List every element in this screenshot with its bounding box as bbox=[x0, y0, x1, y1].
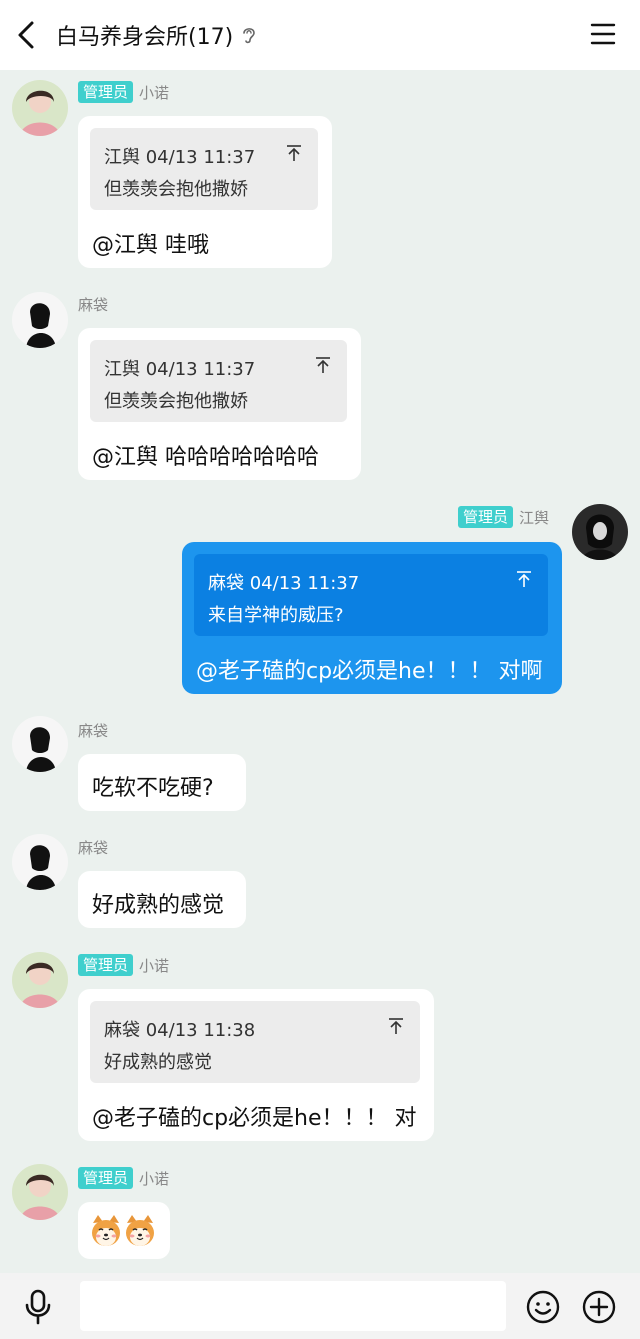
shiba-dog-face-emoji bbox=[92, 1215, 154, 1246]
quoted-message[interactable]: 江舆 04/13 11:37 但羡羡会抱他撒娇 bbox=[90, 128, 318, 210]
sender-row: 管理员 江舆 bbox=[458, 506, 549, 528]
message-text: 吃软不吃硬? bbox=[92, 776, 214, 801]
avatar[interactable] bbox=[12, 292, 68, 348]
jump-to-quote-icon[interactable] bbox=[388, 1017, 404, 1035]
sender-row: 麻袋 bbox=[78, 293, 108, 315]
quote-text: 但羡羡会抱他撒娇 bbox=[104, 391, 248, 412]
message-text: @江舆 哇哦 bbox=[92, 233, 209, 258]
admin-badge: 管理员 bbox=[78, 1167, 134, 1189]
quote-header: 江舆 04/13 11:37 bbox=[104, 147, 256, 168]
message-text: @江舆 哈哈哈哈哈哈哈 bbox=[92, 445, 319, 470]
avatar[interactable] bbox=[12, 834, 68, 890]
message-bubble[interactable]: 江舆 04/13 11:37 但羡羡会抱他撒娇 @江舆 哇哦 bbox=[78, 116, 332, 268]
hamburger-menu-icon[interactable] bbox=[590, 22, 616, 46]
sender-row: 管理员 小诺 bbox=[78, 954, 169, 976]
avatar[interactable] bbox=[12, 952, 68, 1008]
microphone-icon[interactable] bbox=[24, 1289, 52, 1325]
message-text: @老子磕的cp必须是he！！！ 对啊 bbox=[196, 659, 543, 684]
title-area[interactable]: 白马养身会所(17) bbox=[56, 0, 257, 70]
admin-badge: 管理员 bbox=[78, 81, 134, 103]
sender-name: 小诺 bbox=[139, 83, 170, 102]
sender-row: 管理员 小诺 bbox=[78, 1167, 169, 1189]
quote-header: 江舆 04/13 11:37 bbox=[104, 359, 256, 380]
quoted-message[interactable]: 江舆 04/13 11:37 但羡羡会抱他撒娇 bbox=[90, 340, 347, 422]
ear-icon bbox=[243, 28, 255, 44]
quoted-message[interactable]: 麻袋 04/13 11:38 好成熟的感觉 bbox=[90, 1001, 420, 1083]
message-text: 好成熟的感觉 bbox=[92, 893, 225, 918]
sender-name: 江舆 bbox=[519, 508, 550, 527]
avatar[interactable] bbox=[12, 80, 68, 136]
quote-text: 但羡羡会抱他撒娇 bbox=[104, 179, 248, 200]
sender-row: 麻袋 bbox=[78, 719, 108, 741]
message-bubble[interactable]: 江舆 04/13 11:37 但羡羡会抱他撒娇 @江舆 哈哈哈哈哈哈哈 bbox=[78, 328, 361, 480]
message-bubble[interactable]: 麻袋 04/13 11:37 来自学神的威压? @老子磕的cp必须是he！！！ … bbox=[182, 542, 562, 694]
message-input[interactable] bbox=[80, 1281, 506, 1331]
admin-badge: 管理员 bbox=[458, 506, 514, 528]
smiley-face-icon[interactable] bbox=[526, 1290, 560, 1324]
message-list[interactable]: 管理员 小诺 江舆 04/13 11:37 但羡羡会抱他撒娇 @江舆 哇哦 麻袋 bbox=[0, 70, 640, 1273]
quote-header: 麻袋 04/13 11:38 bbox=[104, 1020, 256, 1041]
message-bubble[interactable] bbox=[78, 1202, 170, 1259]
sender-name: 麻袋 bbox=[78, 295, 109, 314]
quoted-message[interactable]: 麻袋 04/13 11:37 来自学神的威压? bbox=[194, 554, 548, 636]
message-bubble[interactable]: 吃软不吃硬? bbox=[78, 754, 246, 811]
jump-to-quote-icon[interactable] bbox=[286, 144, 302, 162]
avatar[interactable] bbox=[572, 504, 628, 560]
input-bar bbox=[0, 1273, 640, 1339]
plus-circle-icon[interactable] bbox=[582, 1290, 616, 1324]
avatar[interactable] bbox=[12, 1164, 68, 1220]
admin-badge: 管理员 bbox=[78, 954, 134, 976]
chat-header: 白马养身会所(17) bbox=[0, 0, 640, 70]
message-text: @老子磕的cp必须是he！！！ 对 bbox=[92, 1106, 417, 1131]
back-icon[interactable] bbox=[14, 20, 42, 50]
message-bubble[interactable]: 好成熟的感觉 bbox=[78, 871, 246, 928]
quote-text: 来自学神的威压? bbox=[208, 605, 344, 626]
quote-text: 好成熟的感觉 bbox=[104, 1052, 212, 1073]
quote-header: 麻袋 04/13 11:37 bbox=[208, 573, 360, 594]
sender-name: 小诺 bbox=[139, 956, 170, 975]
sender-row: 管理员 小诺 bbox=[78, 81, 169, 103]
sender-name: 麻袋 bbox=[78, 721, 109, 740]
jump-to-quote-icon[interactable] bbox=[315, 356, 331, 374]
jump-to-quote-icon[interactable] bbox=[516, 570, 532, 588]
sender-name: 麻袋 bbox=[78, 838, 109, 857]
avatar[interactable] bbox=[12, 716, 68, 772]
group-title: 白马养身会所(17) bbox=[56, 25, 234, 50]
sender-row: 麻袋 bbox=[78, 836, 108, 858]
sender-name: 小诺 bbox=[139, 1169, 170, 1188]
message-bubble[interactable]: 麻袋 04/13 11:38 好成熟的感觉 @老子磕的cp必须是he！！！ 对 bbox=[78, 989, 434, 1141]
